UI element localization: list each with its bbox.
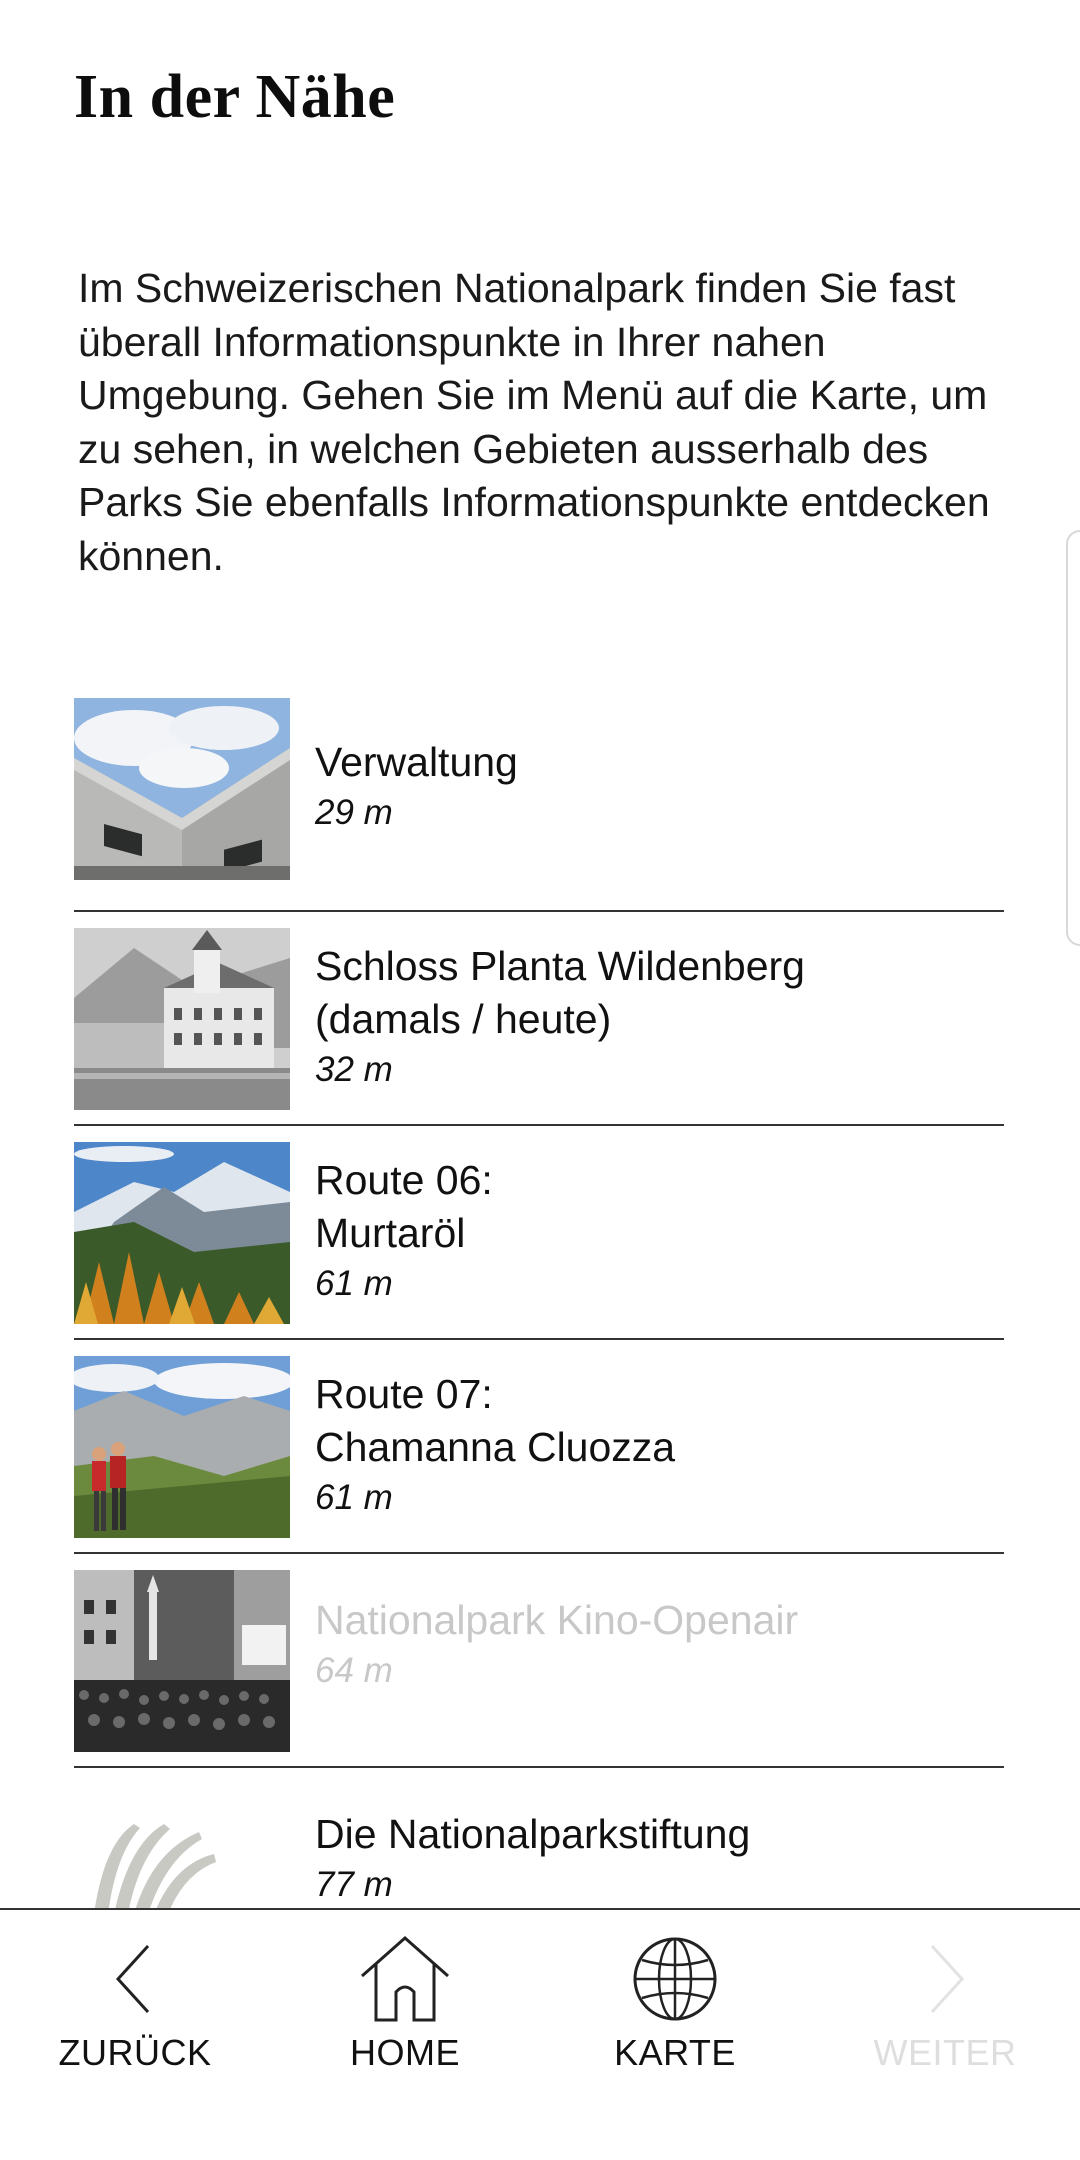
list-item[interactable]: Schloss Planta Wildenberg (damals / heut… [74, 912, 1004, 1126]
home-label: HOME [350, 2032, 460, 2073]
edge-panel-handle[interactable] [1066, 530, 1080, 946]
list-item[interactable]: Verwaltung 29 m [74, 698, 1004, 912]
chevron-right-icon [930, 1944, 965, 2014]
item-title: Verwaltung [315, 739, 518, 785]
map-label: KARTE [614, 2032, 736, 2073]
chevron-left-icon [115, 1944, 150, 2014]
home-button[interactable]: HOME [270, 1934, 540, 2074]
item-distance: 32 m [315, 1050, 393, 1089]
map-button[interactable]: KARTE [540, 1934, 810, 2074]
globe-icon [633, 1937, 717, 2021]
item-distance: 64 m [315, 1651, 393, 1690]
cinema-thumbnail [74, 1570, 290, 1752]
item-title: Nationalpark Kino-Openair [315, 1597, 799, 1643]
page-title: In der Nähe [74, 63, 396, 131]
hikers-thumbnail [74, 1356, 290, 1538]
back-label: ZURÜCK [58, 2032, 212, 2073]
next-label: WEITER [873, 2032, 1017, 2073]
mountain-thumbnail [74, 1142, 290, 1324]
item-distance: 61 m [315, 1264, 393, 1303]
item-title: Die Nationalparkstiftung [315, 1811, 751, 1857]
list-item[interactable]: Route 07: Chamanna Cluozza 61 m [74, 1340, 1004, 1554]
list-item[interactable]: Route 06: Murtaröl 61 m [74, 1126, 1004, 1340]
list-item[interactable]: Nationalpark Kino-Openair 64 m [74, 1554, 1004, 1768]
building-thumbnail [74, 698, 290, 880]
item-title: Schloss Planta Wildenberg (damals / heut… [315, 943, 805, 1042]
back-button[interactable]: ZURÜCK [0, 1934, 270, 2074]
home-icon [361, 1935, 449, 2022]
item-distance: 61 m [315, 1478, 393, 1517]
intro-text: Im Schweizerischen Nationalpark finden S… [78, 265, 990, 579]
item-title: Route 06: Murtaröl [315, 1157, 493, 1256]
next-button[interactable]: WEITER [810, 1934, 1080, 2074]
bottom-navigation: ZURÜCK HOME KARTE WEITER [0, 1908, 1080, 2160]
castle-thumbnail [74, 928, 290, 1110]
item-distance: 29 m [315, 793, 393, 832]
item-distance: 77 m [315, 1865, 393, 1904]
nearby-list: Verwaltung 29 m Schloss Planta Wildenber… [74, 698, 1004, 1982]
item-title: Route 07: Chamanna Cluozza [315, 1371, 676, 1470]
